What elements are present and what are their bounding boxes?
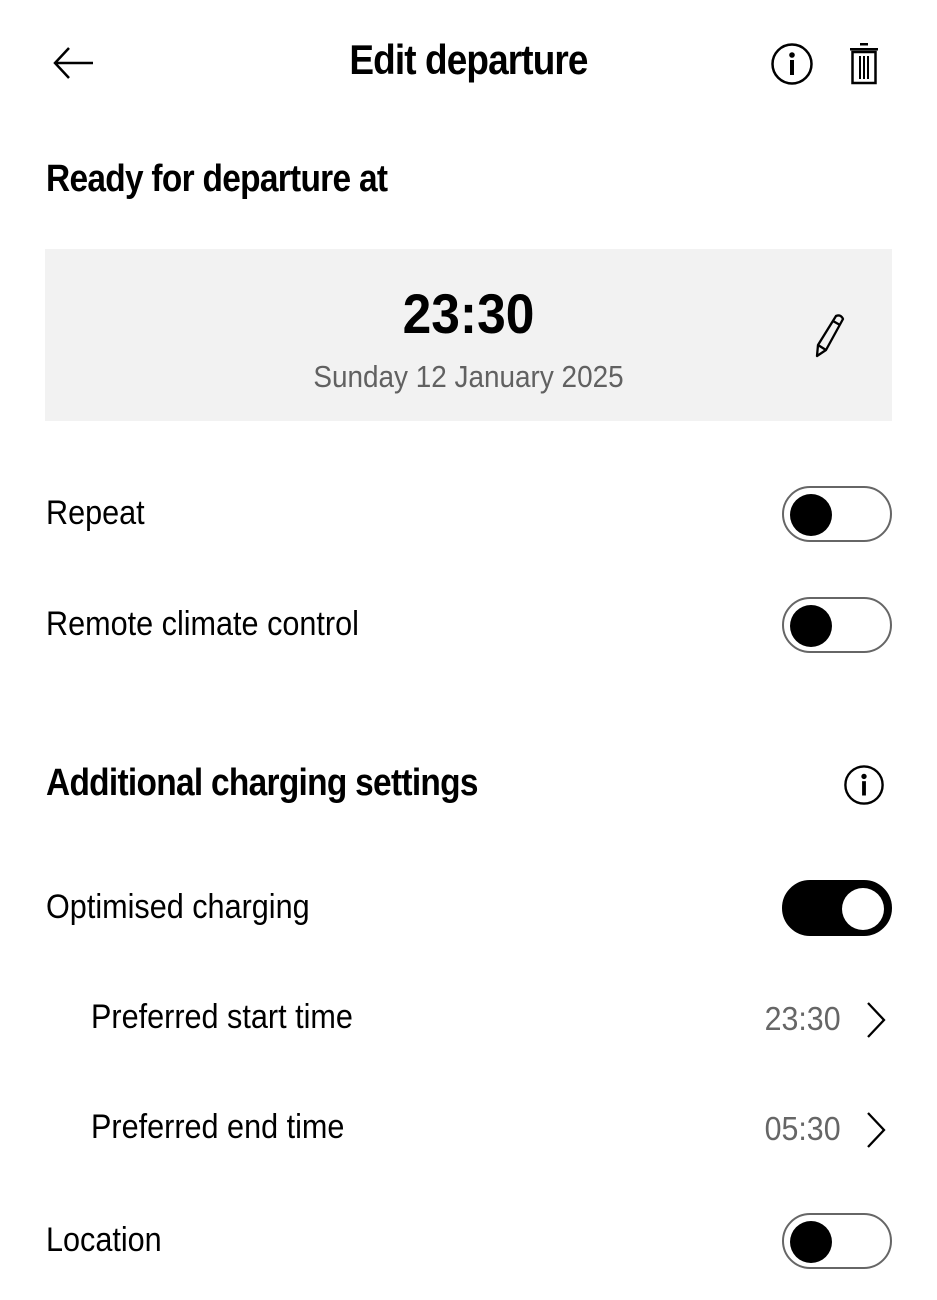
toggle-knob	[790, 494, 832, 536]
edit-time-button[interactable]	[805, 309, 853, 361]
repeat-label: Repeat	[46, 494, 145, 532]
departure-time: 23:30	[402, 282, 535, 345]
departure-time-card[interactable]: 23:30 Sunday 12 January 2025	[45, 249, 892, 421]
toggle-knob	[842, 888, 884, 930]
optimised-charging-toggle[interactable]	[782, 880, 892, 936]
toggle-knob	[790, 605, 832, 647]
preferred-start-time-label: Preferred start time	[91, 998, 353, 1036]
remote-climate-toggle[interactable]	[782, 597, 892, 653]
repeat-toggle[interactable]	[782, 486, 892, 542]
chevron-right-icon	[867, 1002, 886, 1038]
departure-date: Sunday 12 January 2025	[313, 359, 624, 394]
trash-icon	[850, 43, 878, 85]
pencil-icon	[815, 314, 845, 358]
location-label: Location	[46, 1221, 162, 1259]
preferred-start-time-row[interactable]: Preferred start time 23:30	[0, 990, 937, 1050]
departure-section-title: Ready for departure at	[46, 158, 388, 200]
toggle-knob	[790, 1221, 832, 1263]
remote-climate-label: Remote climate control	[46, 605, 359, 643]
page-title: Edit departure	[349, 36, 588, 83]
preferred-end-time-label: Preferred end time	[91, 1108, 345, 1146]
preferred-end-time-row[interactable]: Preferred end time 05:30	[0, 1100, 937, 1160]
optimised-charging-label: Optimised charging	[46, 888, 310, 926]
delete-button[interactable]	[842, 38, 886, 88]
preferred-end-time-value: 05:30	[765, 1110, 841, 1147]
preferred-start-time-value: 23:30	[765, 1000, 841, 1037]
info-button[interactable]	[768, 40, 816, 88]
location-toggle[interactable]	[782, 1213, 892, 1269]
info-icon	[844, 765, 884, 805]
charging-info-button[interactable]	[841, 762, 887, 808]
charging-section-title: Additional charging settings	[46, 762, 478, 804]
chevron-right-icon	[867, 1112, 886, 1148]
info-icon	[771, 43, 813, 85]
